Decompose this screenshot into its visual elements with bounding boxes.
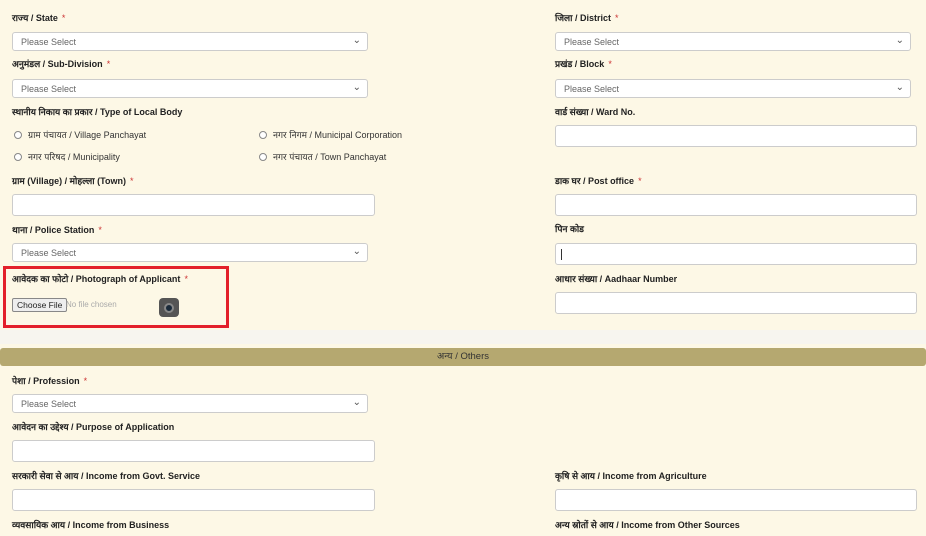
chevron-down-icon: ⌄ xyxy=(352,397,361,408)
local-body-label: स्थानीय निकाय का प्रकार / Type of Local … xyxy=(12,107,183,117)
choose-file-button[interactable]: Choose File xyxy=(12,298,68,312)
chevron-down-icon: ⌄ xyxy=(895,82,904,93)
chevron-down-icon: ⌄ xyxy=(352,246,361,257)
police-station-select[interactable]: Please Select ⌄ xyxy=(12,243,368,262)
ward-label: वार्ड संख्या / Ward No. xyxy=(555,107,636,117)
radio-town-panchayat[interactable]: नगर पंचायत / Town Panchayat xyxy=(259,150,386,163)
profession-label: पेशा / Profession * xyxy=(12,376,88,386)
subdivision-label: अनुमंडल / Sub-Division * xyxy=(12,59,111,69)
profession-select[interactable]: Please Select ⌄ xyxy=(12,394,368,413)
camera-icon[interactable] xyxy=(159,298,179,317)
photo-label: आवेदक का फोटो / Photograph of Applicant * xyxy=(12,274,188,284)
block-label: प्रखंड / Block * xyxy=(555,59,612,69)
others-section-header: अन्य / Others xyxy=(0,348,926,366)
radio-municipality[interactable]: नगर परिषद / Municipality xyxy=(14,150,120,163)
district-select[interactable]: Please Select ⌄ xyxy=(555,32,911,51)
subdivision-select[interactable]: Please Select ⌄ xyxy=(12,79,368,98)
income-agri-input[interactable] xyxy=(555,489,917,511)
pin-input[interactable] xyxy=(555,243,917,265)
ward-input[interactable] xyxy=(555,125,917,147)
aadhaar-label: आधार संख्या / Aadhaar Number xyxy=(555,274,678,284)
radio-municipal-corporation[interactable]: नगर निगम / Municipal Corporation xyxy=(259,128,402,141)
income-govt-label: सरकारी सेवा से आय / Income from Govt. Se… xyxy=(12,471,200,481)
purpose-label: आवेदन का उद्देश्य / Purpose of Applicati… xyxy=(12,422,175,432)
no-file-text: No file chosen xyxy=(66,300,117,309)
income-other-label: अन्य स्रोतों से आय / Income from Other S… xyxy=(555,520,740,530)
village-input[interactable] xyxy=(12,194,375,216)
income-govt-input[interactable] xyxy=(12,489,375,511)
chevron-down-icon: ⌄ xyxy=(352,82,361,93)
district-label: जिला / District * xyxy=(555,13,619,23)
income-agri-label: कृषि से आय / Income from Agriculture xyxy=(555,471,707,481)
post-office-label: डाक घर / Post office * xyxy=(555,176,642,186)
income-business-label: व्यवसायिक आय / Income from Business xyxy=(12,520,170,530)
state-label: राज्य / State * xyxy=(12,13,66,23)
police-station-label: थाना / Police Station * xyxy=(12,225,102,235)
chevron-down-icon: ⌄ xyxy=(895,35,904,46)
village-label: ग्राम (Village) / मोहल्ला (Town) * xyxy=(12,176,134,186)
radio-village-panchayat[interactable]: ग्राम पंचायत / Village Panchayat xyxy=(14,128,146,141)
section-divider xyxy=(0,330,926,344)
block-select[interactable]: Please Select ⌄ xyxy=(555,79,911,98)
state-select[interactable]: Please Select ⌄ xyxy=(12,32,368,51)
pin-label: पिन कोड xyxy=(555,224,584,234)
chevron-down-icon: ⌄ xyxy=(352,35,361,46)
post-office-input[interactable] xyxy=(555,194,917,216)
aadhaar-input[interactable] xyxy=(555,292,917,314)
purpose-input[interactable] xyxy=(12,440,375,462)
